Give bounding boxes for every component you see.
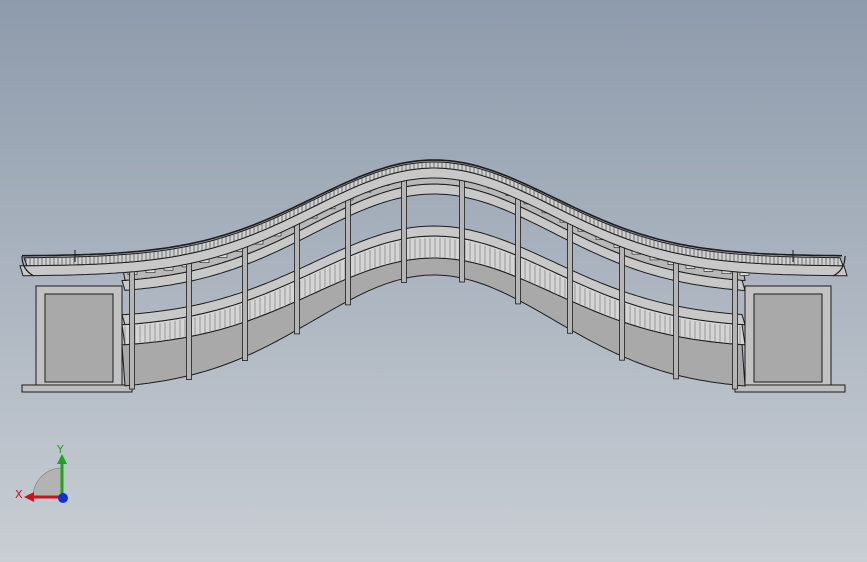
pillar — [619, 239, 625, 361]
bridge-model[interactable] — [0, 0, 867, 562]
pillar — [129, 265, 135, 390]
axis-triad: Y X — [15, 443, 68, 503]
triad-quadrant — [32, 467, 63, 498]
x-axis-label: X — [15, 488, 23, 501]
pillar — [401, 170, 407, 283]
z-axis-dot — [58, 493, 68, 503]
pillar — [242, 239, 248, 361]
pillar — [459, 170, 465, 283]
pillar — [515, 189, 521, 305]
left-abutment — [21, 285, 133, 393]
pillar — [732, 265, 738, 390]
pillar — [673, 256, 679, 380]
x-axis-head — [24, 492, 34, 502]
pillar — [294, 216, 300, 335]
pillar — [186, 256, 192, 381]
right-abutment — [734, 285, 846, 393]
pillar — [567, 215, 573, 334]
pillar — [345, 190, 351, 306]
y-axis-label: Y — [56, 443, 64, 456]
graphics-viewport[interactable]: Y X — [0, 0, 867, 562]
